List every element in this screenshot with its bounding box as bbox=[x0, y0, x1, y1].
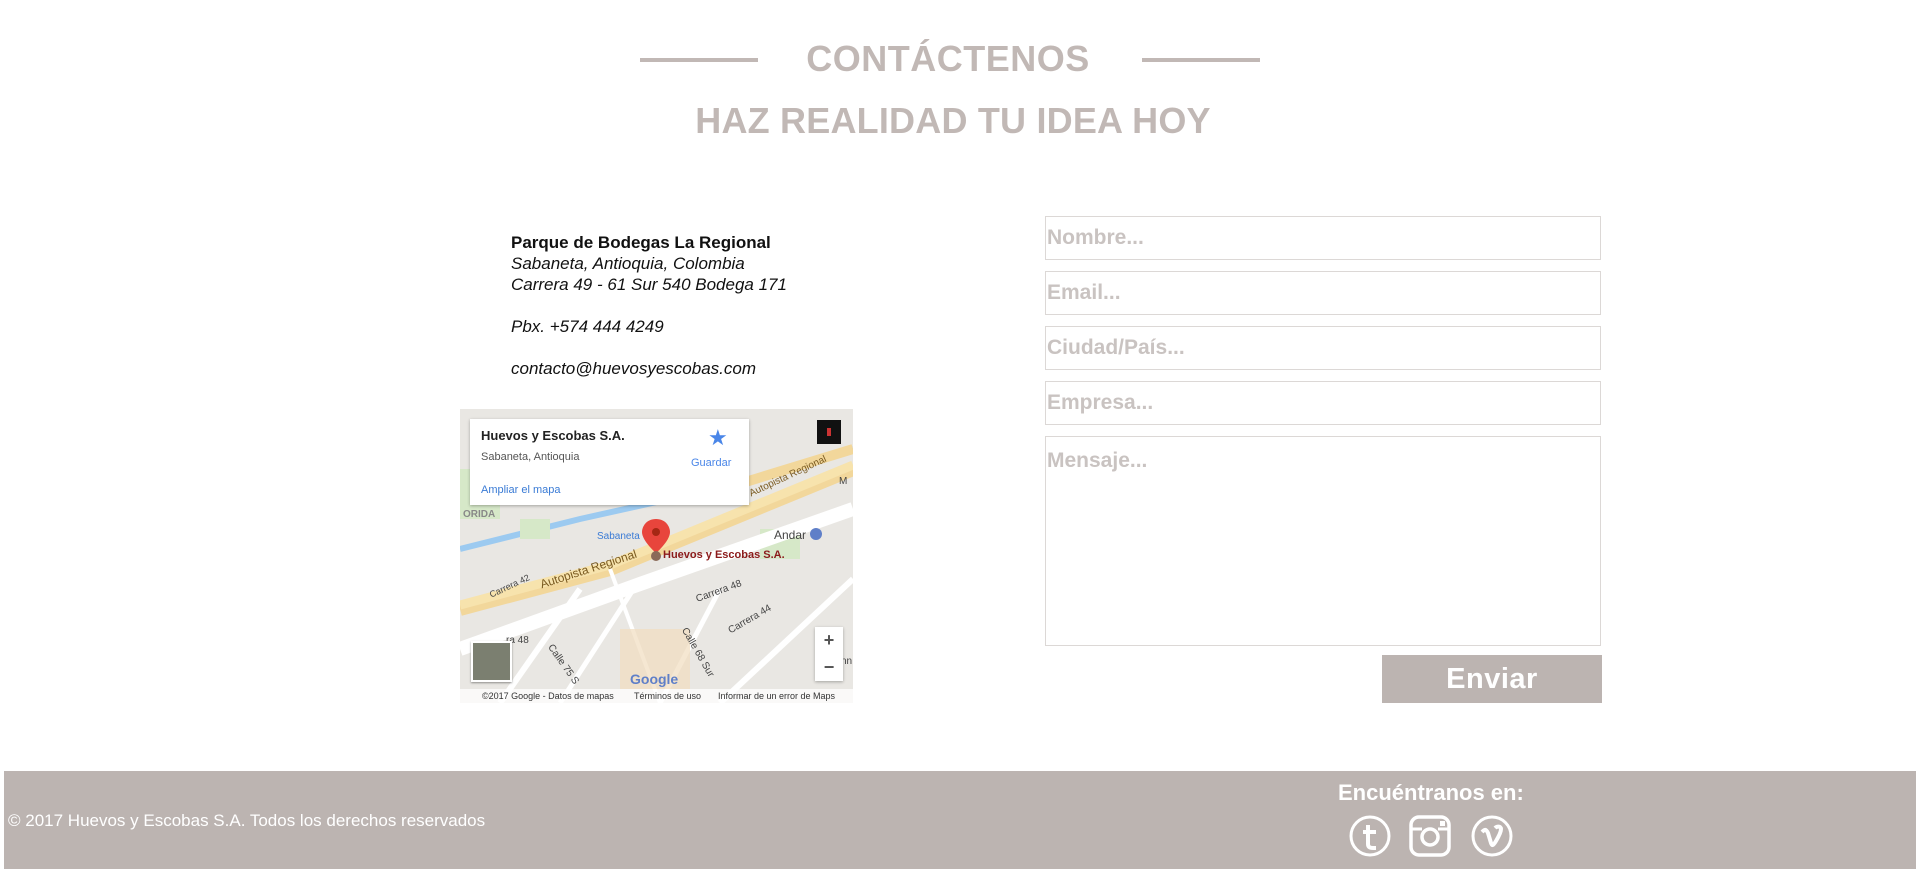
zoom-in-button[interactable]: + bbox=[815, 627, 843, 654]
zoom-controls: + − bbox=[815, 627, 843, 681]
city-field[interactable]: Ciudad/País... bbox=[1045, 326, 1601, 370]
map-place-name: Huevos y Escobas S.A. bbox=[481, 428, 625, 443]
address-phone: Pbx. +574 444 4249 bbox=[511, 317, 664, 336]
map-marker-label: Huevos y Escobas S.A. bbox=[663, 549, 785, 561]
company-field[interactable]: Empresa... bbox=[1045, 381, 1601, 425]
map-place-sub: Sabaneta, Antioquia bbox=[481, 451, 580, 463]
message-field[interactable]: Mensaje... bbox=[1045, 436, 1601, 646]
footer-copyright: © 2017 Huevos y Escobas S.A. Todos los d… bbox=[8, 811, 486, 830]
contact-address: Parque de Bodegas La Regional Sabaneta, … bbox=[511, 232, 787, 379]
save-place-button[interactable]: Guardar bbox=[691, 457, 731, 469]
map-label-orida: ORIDA bbox=[463, 509, 496, 520]
map-label-m: M bbox=[839, 476, 848, 487]
google-logo: Google bbox=[630, 671, 679, 687]
instagram-icon[interactable] bbox=[1408, 814, 1452, 858]
address-email[interactable]: contacto@huevosyescobas.com bbox=[511, 358, 787, 379]
map-terms-link[interactable]: Términos de uso bbox=[634, 689, 701, 703]
zoom-out-button[interactable]: − bbox=[815, 654, 843, 681]
map-report-link[interactable]: Informar de un error de Maps bbox=[718, 689, 835, 703]
footer: © 2017 Huevos y Escobas S.A. Todos los d… bbox=[4, 771, 1916, 869]
vimeo-icon[interactable] bbox=[1470, 814, 1514, 858]
fullscreen-icon[interactable] bbox=[817, 420, 841, 444]
map-copyright: ©2017 Google - Datos de mapas bbox=[482, 691, 614, 701]
map-label-sabaneta: Sabaneta bbox=[597, 531, 640, 542]
address-name: Parque de Bodegas La Regional bbox=[511, 233, 771, 252]
map-label-andar: Andar bbox=[774, 528, 807, 542]
name-field[interactable]: Nombre... bbox=[1045, 216, 1601, 260]
send-button[interactable]: Enviar bbox=[1382, 655, 1602, 703]
address-street: Carrera 49 - 61 Sur 540 Bodega 171 bbox=[511, 275, 787, 294]
satellite-toggle[interactable] bbox=[471, 641, 512, 682]
address-city: Sabaneta, Antioquia, Colombia bbox=[511, 254, 745, 273]
star-icon[interactable]: ★ bbox=[708, 425, 728, 451]
page-title: CONTÁCTENOS bbox=[806, 38, 1090, 79]
title-divider-right bbox=[1142, 58, 1260, 62]
find-us-label: Encuéntranos en: bbox=[1338, 780, 1524, 805]
section-header: CONTÁCTENOS bbox=[0, 38, 1920, 82]
tumblr-icon[interactable] bbox=[1348, 814, 1392, 858]
page-subtitle: HAZ REALIDAD TU IDEA HOY bbox=[695, 100, 1211, 141]
expand-map-link[interactable]: Ampliar el mapa bbox=[481, 484, 560, 496]
map-place-card: Huevos y Escobas S.A. Sabaneta, Antioqui… bbox=[470, 419, 749, 505]
location-map[interactable]: ORIDA M Sabaneta Andar Autopista Regiona… bbox=[460, 409, 853, 703]
map-footer: ©2017 Google - Datos de mapas Términos d… bbox=[460, 689, 853, 703]
email-field[interactable]: Email... bbox=[1045, 271, 1601, 315]
